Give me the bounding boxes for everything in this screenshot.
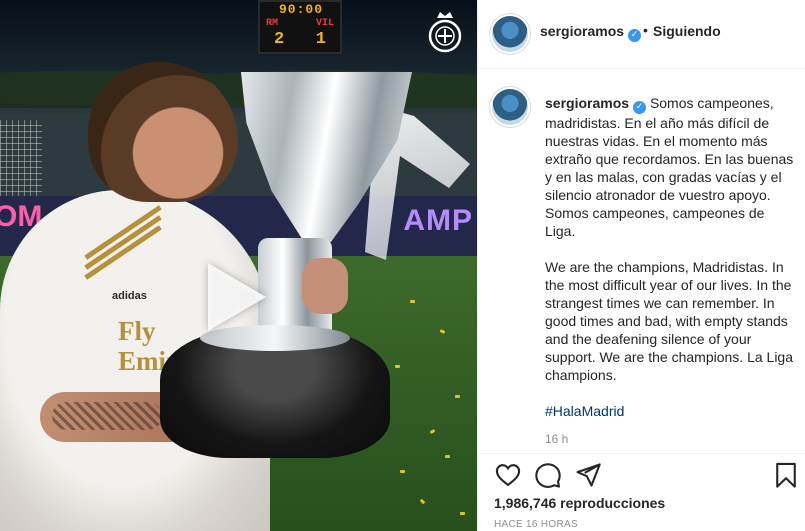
scoreboard-team-home: RM (266, 18, 279, 29)
post-video[interactable]: OM AMP 90:00 RM VIL 2 1 adidas Fly Emir (0, 0, 477, 531)
post-header: sergioramos ✓ • Siguiendo (478, 0, 805, 69)
comments-section: sergioramos ✓ Somos campeones, madridista… (478, 70, 805, 450)
caption-username[interactable]: sergioramos (545, 95, 629, 111)
caption-text-es: Somos campeones, madridistas. En el año … (545, 95, 794, 239)
scoreboard-team-away: VIL (315, 18, 334, 29)
heart-icon[interactable] (494, 461, 522, 489)
caption-verified-icon: ✓ (633, 101, 647, 114)
scoreboard: 90:00 RM VIL 2 1 (258, 0, 342, 54)
scoreboard-score-away: 1 (315, 30, 326, 49)
comment-icon[interactable] (534, 461, 562, 489)
action-bar: 1,986,746 reproducciones HACE 16 HORAS (478, 453, 805, 531)
play-icon[interactable] (208, 263, 266, 331)
caption: sergioramos ✓ Somos campeones, madridista… (545, 94, 797, 438)
header-username-text[interactable]: sergioramos (540, 23, 624, 39)
view-count[interactable]: 1,986,746 reproducciones (494, 495, 665, 511)
avatar[interactable] (492, 16, 528, 52)
caption-text-en: We are the champions, Madridistas. In th… (545, 259, 794, 383)
header-username[interactable]: sergioramos ✓ (540, 23, 642, 42)
ad-board-text-right: AMP (403, 204, 473, 237)
follow-button[interactable]: Siguiendo (653, 23, 721, 39)
caption-avatar[interactable] (492, 89, 528, 125)
scoreboard-time: 90:00 (278, 2, 323, 17)
caption-timestamp[interactable]: 16 h (545, 432, 568, 446)
scoreboard-score-home: 2 (274, 30, 285, 49)
bookmark-icon[interactable] (772, 461, 800, 489)
share-icon[interactable] (574, 461, 602, 489)
real-madrid-crest-icon (428, 12, 462, 53)
kit-brand: adidas (112, 290, 147, 302)
header-separator: • (643, 22, 648, 38)
hashtag-link[interactable]: #HalaMadrid (545, 403, 624, 419)
sponsor-line-1: Fly (118, 316, 156, 346)
verified-icon: ✓ (628, 29, 642, 42)
post-sidebar: sergioramos ✓ • Siguiendo sergioramos ✓ So… (477, 0, 805, 531)
posted-date[interactable]: HACE 16 HORAS (494, 519, 578, 530)
player-hand (302, 258, 348, 314)
